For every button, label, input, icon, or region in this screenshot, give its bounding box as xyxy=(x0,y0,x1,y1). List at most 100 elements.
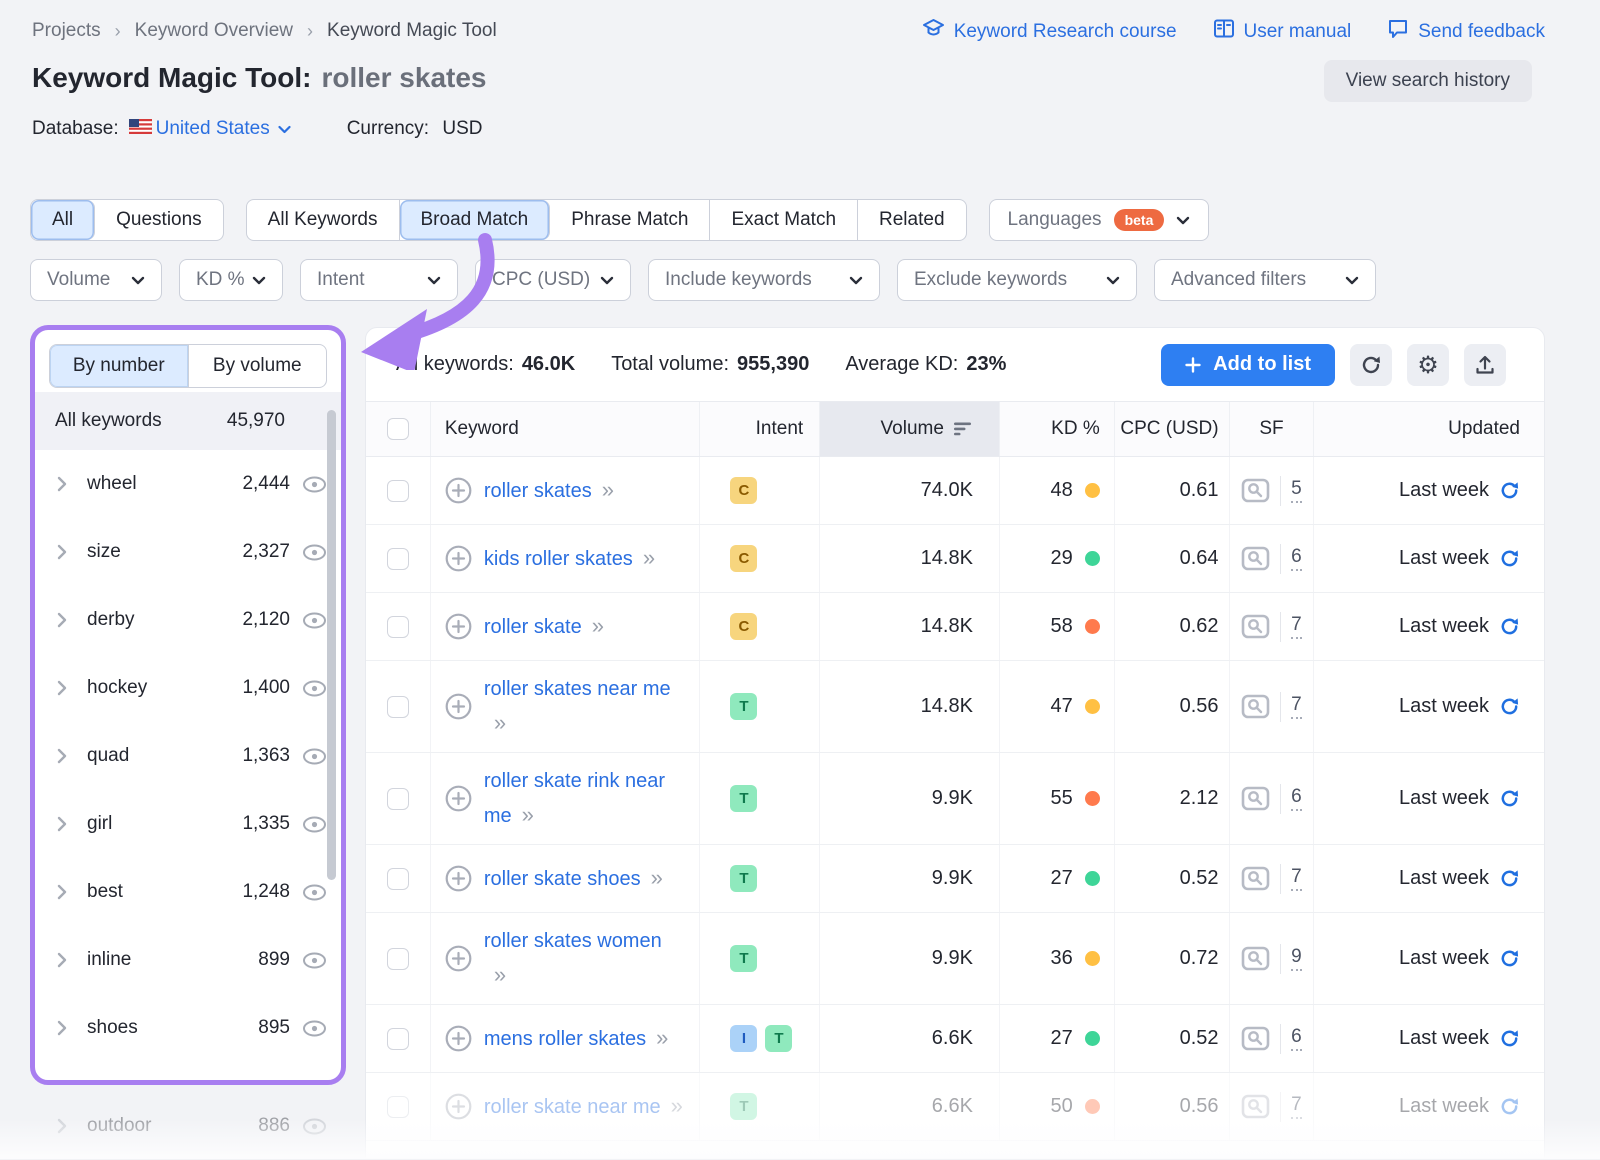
eye-toggle[interactable] xyxy=(302,952,327,969)
double-chevron-icon[interactable]: » xyxy=(643,545,657,570)
serp-features-icon[interactable] xyxy=(1241,1094,1270,1119)
add-keyword-button[interactable] xyxy=(445,785,472,812)
row-checkbox[interactable] xyxy=(387,548,409,570)
filter-exclude-keywords-dropdown[interactable]: Exclude keywords xyxy=(897,259,1137,301)
refresh-icon[interactable] xyxy=(1499,616,1520,637)
group-label[interactable]: quad xyxy=(87,745,242,767)
plus-circle-icon[interactable] xyxy=(445,613,472,640)
expand-group-chevron[interactable] xyxy=(57,680,69,696)
plus-circle-icon[interactable] xyxy=(445,945,472,972)
add-keyword-button[interactable] xyxy=(445,865,472,892)
serp-features-icon[interactable] xyxy=(1241,478,1270,503)
sf-count[interactable]: 7 xyxy=(1291,694,1302,719)
group-label[interactable]: hockey xyxy=(87,677,242,699)
expand-group-chevron[interactable] xyxy=(57,476,69,492)
send-feedback-link[interactable]: Send feedback xyxy=(1387,18,1545,45)
tab-all[interactable]: All xyxy=(31,200,95,240)
keyword-group-item[interactable]: inline899 xyxy=(35,926,341,994)
sf-count[interactable]: 7 xyxy=(1291,614,1302,639)
breadcrumb-item[interactable]: Keyword Overview xyxy=(135,20,293,42)
eye-toggle[interactable] xyxy=(302,544,327,561)
eye-toggle[interactable] xyxy=(302,680,327,697)
eye-toggle[interactable] xyxy=(302,1118,327,1135)
filter-volume-dropdown[interactable]: Volume xyxy=(30,259,162,301)
sf-count[interactable]: 5 xyxy=(1291,478,1302,503)
serp-features-icon[interactable] xyxy=(1241,694,1270,719)
add-keyword-button[interactable] xyxy=(445,945,472,972)
refresh-icon[interactable] xyxy=(1499,948,1520,969)
group-label[interactable]: shoes xyxy=(87,1017,258,1039)
plus-circle-icon[interactable] xyxy=(445,545,472,572)
keyword-link[interactable]: roller skates» xyxy=(484,473,616,508)
settings-button[interactable]: ⚙ xyxy=(1407,344,1449,386)
add-keyword-button[interactable] xyxy=(445,1093,472,1120)
plus-circle-icon[interactable] xyxy=(445,1093,472,1120)
row-checkbox[interactable] xyxy=(387,616,409,638)
double-chevron-icon[interactable]: » xyxy=(656,1025,670,1050)
row-checkbox[interactable] xyxy=(387,1096,409,1118)
serp-features-icon[interactable] xyxy=(1241,1026,1270,1051)
refresh-icon[interactable] xyxy=(1499,548,1520,569)
serp-features-icon[interactable] xyxy=(1241,946,1270,971)
serp-features-icon[interactable] xyxy=(1241,614,1270,639)
refresh-icon[interactable] xyxy=(1499,1028,1520,1049)
add-keyword-button[interactable] xyxy=(445,613,472,640)
row-checkbox[interactable] xyxy=(387,868,409,890)
toggle-by-volume[interactable]: By volume xyxy=(189,345,327,387)
all-keywords-row[interactable]: All keywords 45,970 xyxy=(35,392,341,450)
refresh-icon[interactable] xyxy=(1499,696,1520,717)
group-label[interactable]: wheel xyxy=(87,473,242,495)
filter-advanced-filters-dropdown[interactable]: Advanced filters xyxy=(1154,259,1376,301)
eye-toggle[interactable] xyxy=(302,748,327,765)
refresh-button[interactable] xyxy=(1350,344,1392,386)
expand-group-chevron[interactable] xyxy=(57,748,69,764)
tab-related[interactable]: Related xyxy=(858,200,966,240)
eye-toggle[interactable] xyxy=(302,816,327,833)
keyword-link[interactable]: kids roller skates» xyxy=(484,541,657,576)
column-header-intent[interactable]: Intent xyxy=(700,402,820,456)
keyword-group-item[interactable]: wheel2,444 xyxy=(35,450,341,518)
keyword-link[interactable]: roller skates women» xyxy=(484,925,662,993)
double-chevron-icon[interactable]: » xyxy=(671,1093,685,1118)
sf-count[interactable]: 9 xyxy=(1291,946,1302,971)
expand-group-chevron[interactable] xyxy=(57,612,69,628)
double-chevron-icon[interactable]: » xyxy=(592,613,606,638)
sf-count[interactable]: 7 xyxy=(1291,1094,1302,1119)
group-label[interactable]: best xyxy=(87,881,242,903)
serp-features-icon[interactable] xyxy=(1241,866,1270,891)
eye-toggle[interactable] xyxy=(302,1020,327,1037)
sf-count[interactable]: 7 xyxy=(1291,866,1302,891)
column-header-volume[interactable]: Volume xyxy=(820,402,1000,456)
double-chevron-icon[interactable]: » xyxy=(494,962,508,987)
filter-include-keywords-dropdown[interactable]: Include keywords xyxy=(648,259,880,301)
tab-all-keywords[interactable]: All Keywords xyxy=(247,200,400,240)
expand-group-chevron[interactable] xyxy=(57,952,69,968)
sf-count[interactable]: 6 xyxy=(1291,786,1302,811)
plus-circle-icon[interactable] xyxy=(445,1025,472,1052)
plus-circle-icon[interactable] xyxy=(445,865,472,892)
keyword-link[interactable]: roller skate shoes» xyxy=(484,861,665,896)
row-checkbox[interactable] xyxy=(387,1028,409,1050)
tab-exact-match[interactable]: Exact Match xyxy=(710,200,858,240)
tab-broad-match[interactable]: Broad Match xyxy=(400,200,551,240)
double-chevron-icon[interactable]: » xyxy=(522,802,536,827)
plus-circle-icon[interactable] xyxy=(445,785,472,812)
keyword-group-item[interactable]: outdoor886 xyxy=(35,1092,341,1160)
keyword-group-item[interactable]: shoes895 xyxy=(35,994,341,1062)
languages-dropdown[interactable]: Languages beta xyxy=(989,199,1210,241)
add-keyword-button[interactable] xyxy=(445,545,472,572)
keyword-group-item[interactable]: derby2,120 xyxy=(35,586,341,654)
select-all-checkbox[interactable] xyxy=(387,418,409,440)
column-header-kd[interactable]: KD % xyxy=(1000,402,1115,456)
expand-group-chevron[interactable] xyxy=(57,544,69,560)
expand-group-chevron[interactable] xyxy=(57,816,69,832)
sf-count[interactable]: 6 xyxy=(1291,546,1302,571)
sf-count[interactable]: 6 xyxy=(1291,1026,1302,1051)
column-header-updated[interactable]: Updated xyxy=(1314,402,1544,456)
database-select[interactable]: United States xyxy=(156,118,291,140)
keyword-link[interactable]: roller skate near me» xyxy=(484,1089,685,1124)
keyword-research-course-link[interactable]: Keyword Research course xyxy=(922,18,1177,45)
double-chevron-icon[interactable]: » xyxy=(651,865,665,890)
keyword-link[interactable]: roller skate rink nearme» xyxy=(484,765,665,833)
keyword-group-item[interactable]: size2,327 xyxy=(35,518,341,586)
